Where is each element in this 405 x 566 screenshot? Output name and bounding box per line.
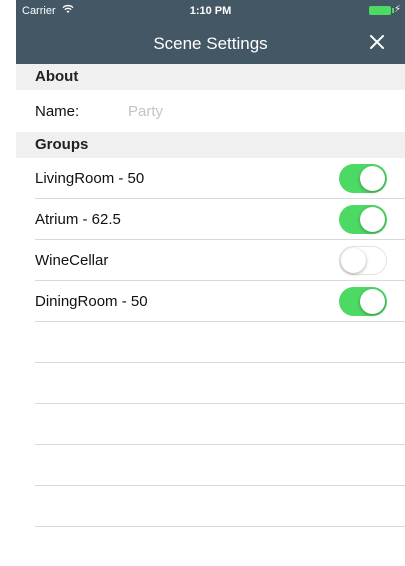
empty-row-separator: [35, 444, 405, 445]
charging-icon: ⚡: [393, 4, 401, 15]
empty-row-separator: [35, 485, 405, 486]
clock: 1:10 PM: [189, 5, 232, 17]
battery-icon: [369, 6, 391, 15]
group-label: Atrium - 62.5: [35, 211, 121, 228]
empty-row-separator: [35, 526, 405, 527]
navigation-bar: Carrier 1:10 PM ⚡ Scene Settings: [16, 0, 405, 64]
close-icon: [370, 35, 384, 49]
group-row-livingroom: LivingRoom - 50: [16, 158, 405, 199]
group-toggle-atrium[interactable]: [339, 205, 387, 234]
group-toggle-diningroom[interactable]: [339, 287, 387, 316]
group-toggle-winecellar[interactable]: [339, 246, 387, 275]
section-header-about: About: [16, 64, 405, 90]
group-label: LivingRoom - 50: [35, 170, 145, 187]
toggle-knob: [341, 248, 366, 273]
toggle-knob: [360, 289, 385, 314]
group-toggle-livingroom[interactable]: [339, 164, 387, 193]
name-row: Name:: [16, 90, 405, 132]
toggle-knob: [360, 207, 385, 232]
scene-settings-screen: Carrier 1:10 PM ⚡ Scene Settings About N…: [16, 0, 405, 566]
page-title: Scene Settings: [153, 34, 268, 53]
group-label: DiningRoom - 50: [35, 293, 148, 310]
group-row-winecellar: WineCellar: [16, 240, 405, 281]
toggle-knob: [360, 166, 385, 191]
group-row-diningroom: DiningRoom - 50: [16, 281, 405, 322]
status-bar: Carrier 1:10 PM ⚡: [16, 0, 405, 22]
row-separator: [35, 321, 405, 322]
group-row-atrium: Atrium - 62.5: [16, 199, 405, 240]
empty-row-separator: [35, 362, 405, 363]
empty-row-separator: [35, 403, 405, 404]
close-button[interactable]: [363, 28, 391, 56]
name-input[interactable]: [128, 99, 368, 123]
section-header-groups: Groups: [16, 132, 405, 158]
group-label: WineCellar: [35, 252, 109, 269]
name-label: Name:: [35, 103, 80, 120]
